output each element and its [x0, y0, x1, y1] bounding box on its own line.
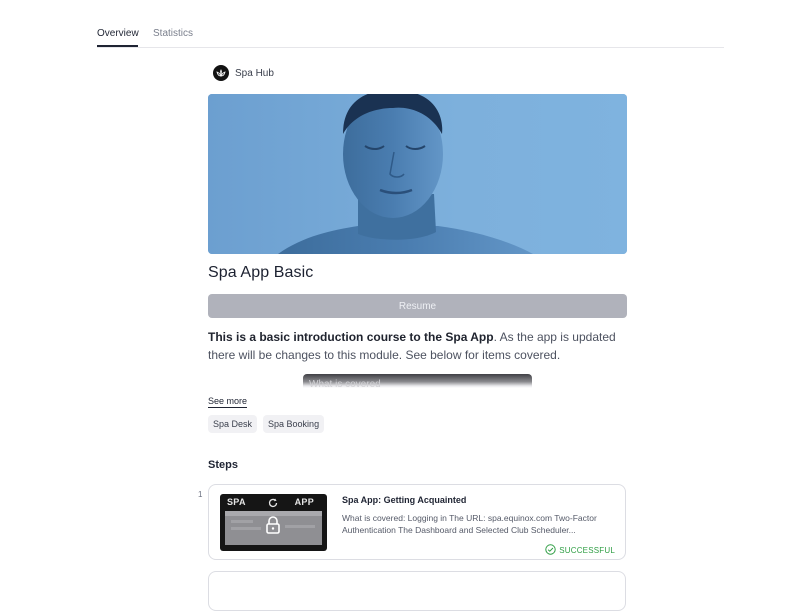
thumb-label-right: APP	[294, 497, 314, 507]
thumb-label-left: SPA	[227, 497, 246, 507]
see-more-link[interactable]: See more	[208, 396, 248, 408]
tag-list: Spa Desk Spa Booking	[208, 415, 325, 433]
description-bold: This is a basic introduction course to t…	[208, 330, 494, 344]
active-tab-indicator	[97, 45, 138, 47]
preview-text: What is covered	[309, 379, 381, 388]
brand: Spa Hub	[213, 65, 274, 81]
step-card[interactable]: SPA APP Spa App: Getting Acquainted What…	[208, 484, 626, 560]
steps-heading: Steps	[208, 459, 238, 471]
step-title: Spa App: Getting Acquainted	[342, 495, 467, 505]
lock-icon	[265, 516, 281, 539]
check-circle-icon	[545, 544, 556, 557]
step-card[interactable]	[208, 571, 626, 611]
status-badge: SUCCESSFUL	[545, 544, 615, 557]
description-preview: What is covered	[303, 374, 532, 388]
course-description: This is a basic introduction course to t…	[208, 328, 618, 364]
brand-name: Spa Hub	[235, 67, 274, 79]
lotus-icon	[213, 65, 229, 81]
hero-image	[208, 94, 627, 254]
tag[interactable]: Spa Desk	[208, 415, 258, 433]
tag[interactable]: Spa Booking	[263, 415, 325, 433]
step-number: 1	[198, 490, 203, 499]
tab-statistics[interactable]: Statistics	[153, 28, 193, 39]
step-thumbnail: SPA APP	[220, 494, 327, 551]
course-title: Spa App Basic	[208, 264, 314, 281]
status-text: SUCCESSFUL	[559, 546, 615, 555]
step-description: What is covered: Logging in The URL: spa…	[342, 513, 597, 535]
tab-overview[interactable]: Overview	[97, 28, 139, 39]
resume-button[interactable]: Resume	[208, 294, 627, 318]
tab-bar: Overview Statistics	[97, 0, 724, 48]
